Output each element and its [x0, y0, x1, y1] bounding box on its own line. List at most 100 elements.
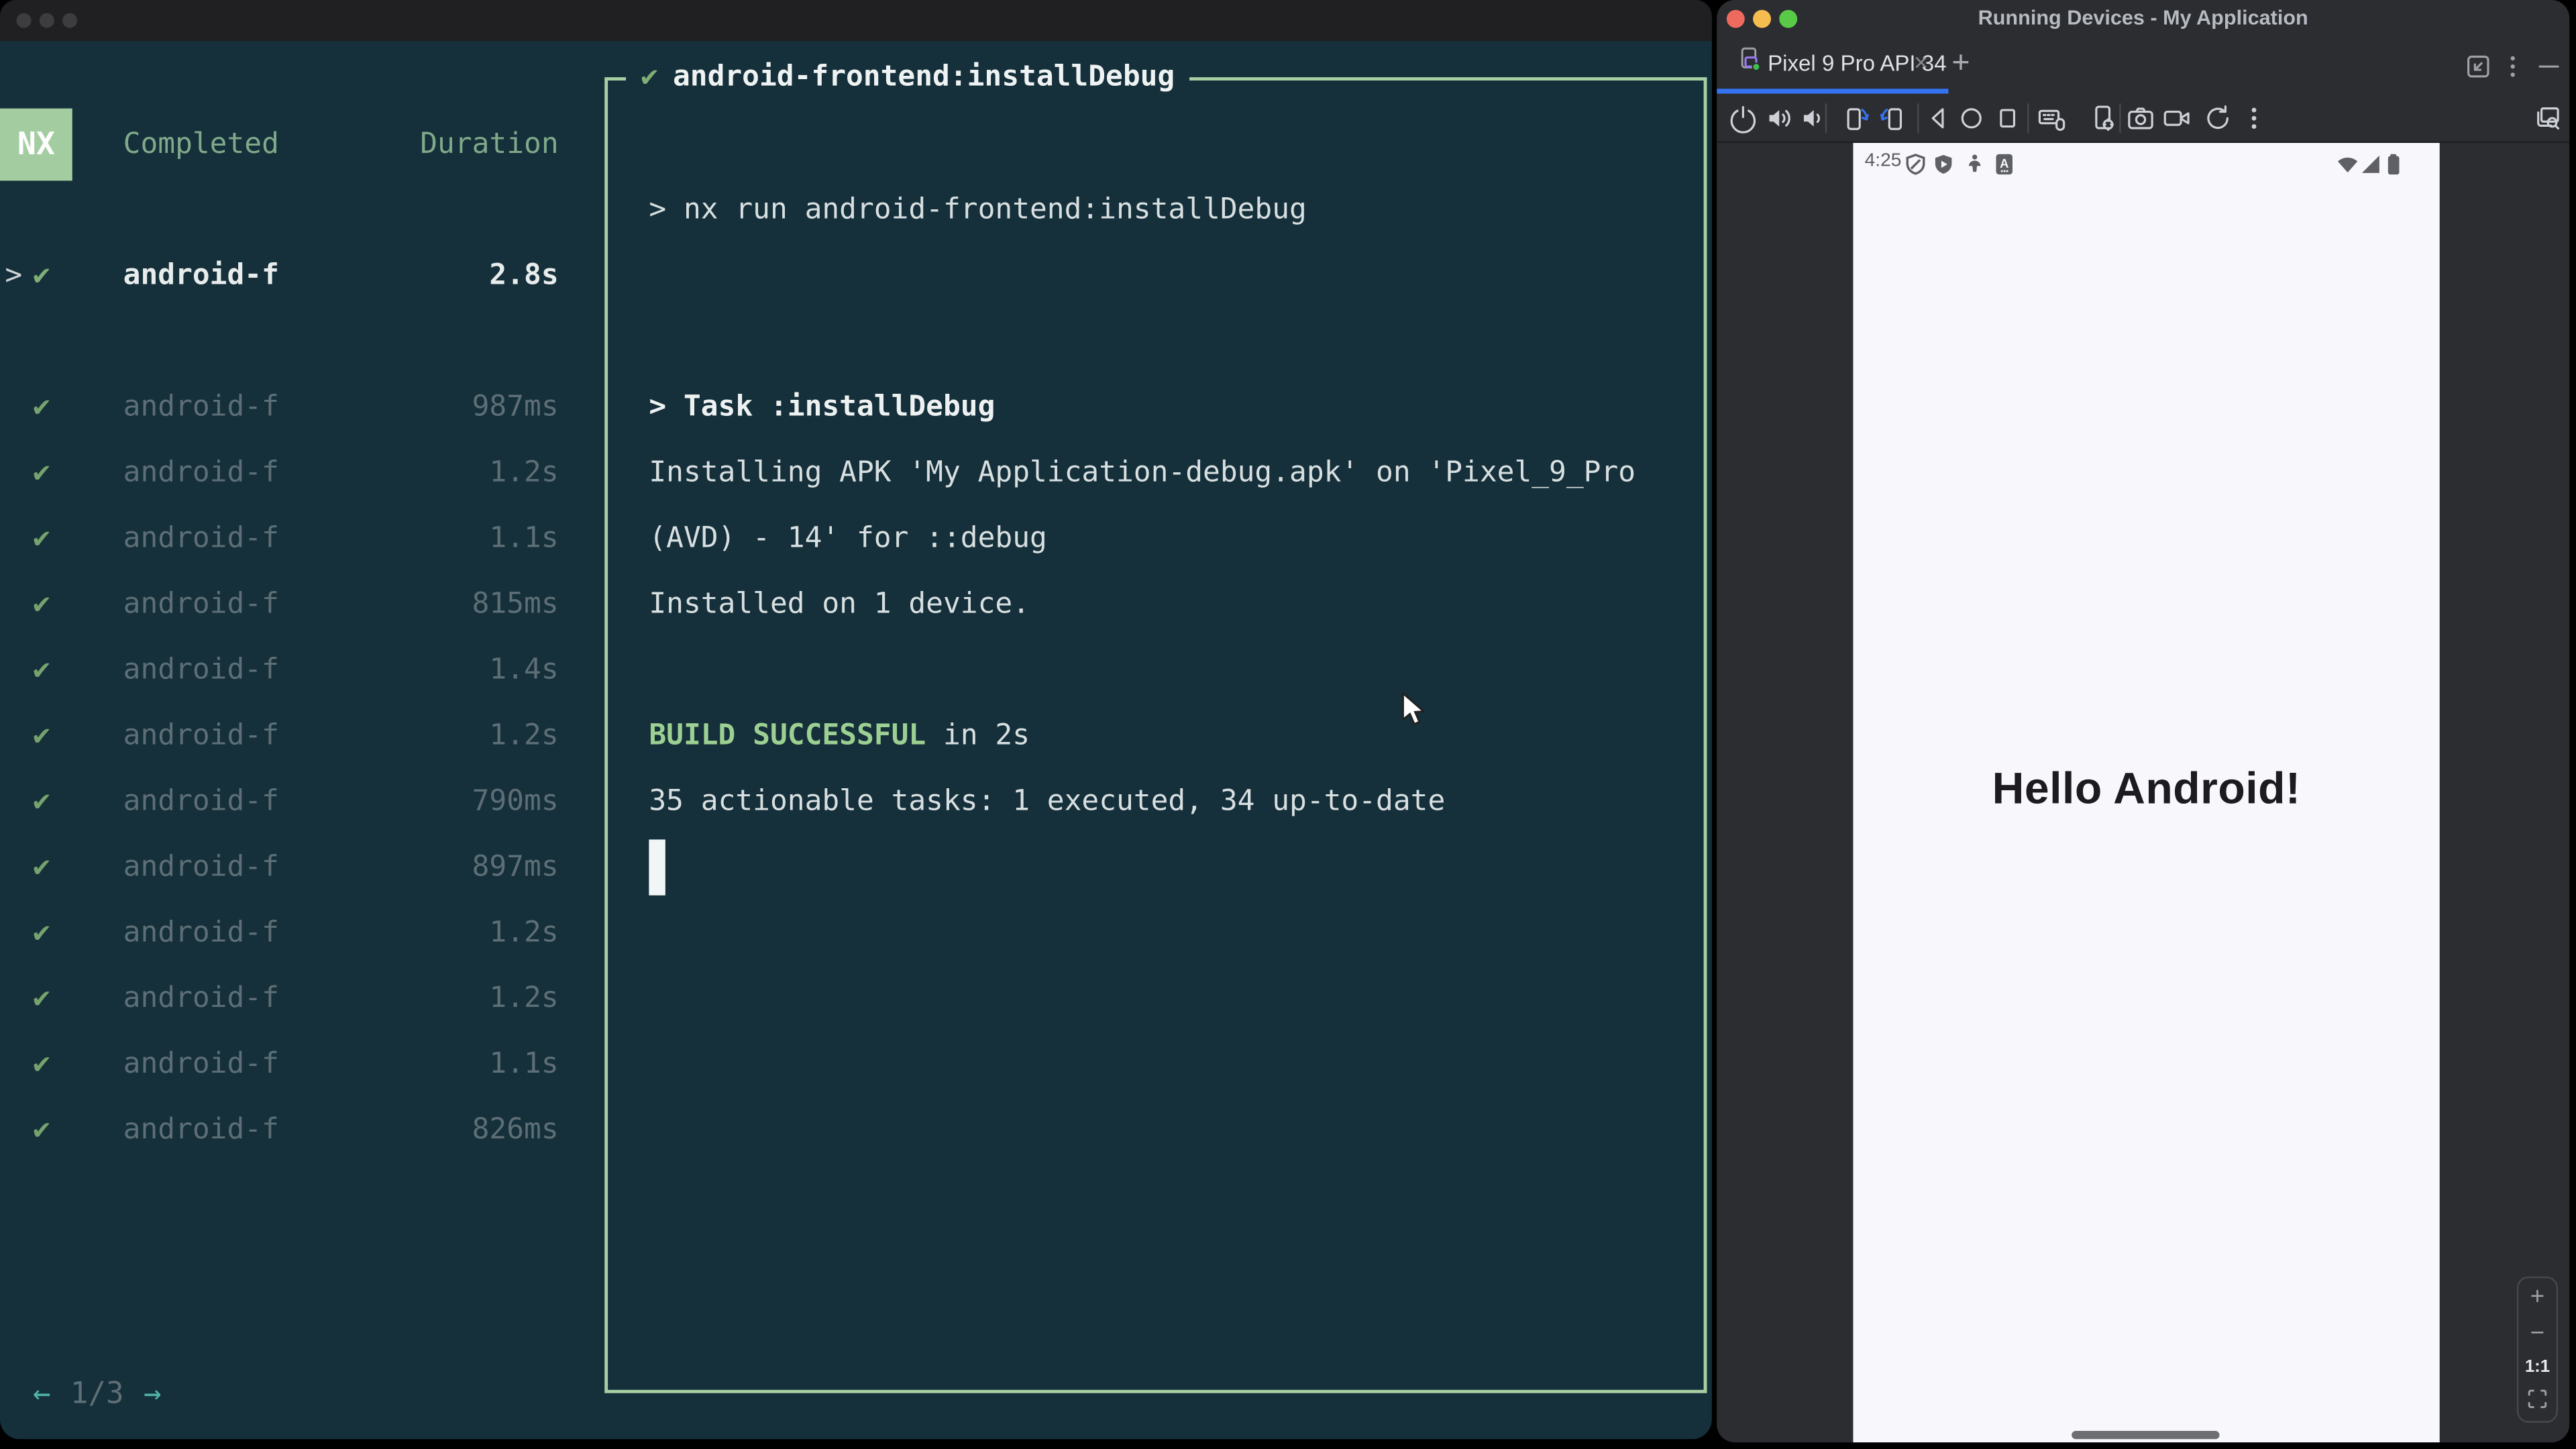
display-zoom-mode-icon[interactable] [2530, 100, 2566, 136]
task-name: android-f [123, 588, 279, 621]
check-icon: ✔ [32, 1048, 50, 1081]
active-tab-indicator [1717, 89, 1949, 94]
accessibility-icon [1964, 153, 1986, 184]
check-icon: ✔ [32, 259, 50, 292]
task-name: android-f [123, 390, 279, 424]
battery-icon [2382, 153, 2405, 184]
device-settings-icon[interactable] [2085, 100, 2121, 136]
check-icon: ✔ [641, 60, 658, 94]
page-indicator: 1/3 [70, 1376, 124, 1411]
task-duration: 987ms [472, 390, 559, 424]
task-name: android-f [123, 982, 279, 1016]
task-name: android-f [123, 719, 279, 753]
tasks-summary-line: 35 actionable tasks: 1 executed, 34 up-t… [649, 785, 1446, 818]
install-log-line: Installed on 1 device. [649, 588, 1030, 621]
terminal-titlebar[interactable] [0, 0, 1712, 42]
screenshot-camera-icon[interactable] [2123, 100, 2159, 136]
task-row[interactable]: ✔ android-f 1.1s [0, 1032, 567, 1097]
task-row[interactable]: ✔ android-f 790ms [0, 769, 567, 835]
check-icon: ✔ [32, 522, 50, 555]
toolbar-more-icon[interactable] [2236, 100, 2272, 136]
hide-panel-icon[interactable] [2532, 49, 2565, 82]
power-button-icon[interactable] [1725, 100, 1761, 136]
window-dot-icon[interactable] [39, 13, 54, 28]
task-name: android-f [123, 1048, 279, 1081]
window-dot-icon[interactable] [16, 13, 32, 28]
check-icon: ✔ [32, 1114, 50, 1147]
running-devices-window: Running Devices - My Application Pixel 9… [1717, 0, 2570, 1443]
install-log-line: Installing APK 'My Application-debug.apk… [649, 456, 1636, 490]
task-duration: 1.1s [489, 522, 559, 555]
check-icon: ✔ [32, 851, 50, 884]
svg-text:A: A [2000, 156, 2008, 170]
reset-device-icon[interactable] [2200, 100, 2236, 136]
pagination: ← 1/3 → [33, 1360, 162, 1426]
check-icon: ✔ [32, 719, 50, 753]
overview-button-icon[interactable] [1990, 100, 2026, 136]
task-row[interactable]: ✔ android-f 1.1s [0, 506, 567, 572]
device-phone-icon [1737, 46, 1763, 80]
screen-record-icon[interactable] [2159, 100, 2195, 136]
cellular-signal-icon [2359, 153, 2382, 184]
dock-panel-icon[interactable] [2461, 49, 2494, 82]
more-options-icon[interactable] [2496, 49, 2528, 82]
task-row[interactable]: ✔ android-f 815ms [0, 572, 567, 637]
emulator-screen[interactable]: 4:25 A Hello Android! [1853, 143, 2440, 1443]
zoom-out-button[interactable]: − [2530, 1322, 2544, 1346]
app-hello-text: Hello Android! [1992, 763, 2301, 814]
task-duration: 1.2s [489, 719, 559, 753]
gradle-task-line: > Task :installDebug [649, 390, 996, 424]
next-page-arrow[interactable]: → [144, 1376, 162, 1410]
task-row[interactable]: ✔ android-f 1.4s [0, 637, 567, 703]
task-duration: 1.2s [489, 982, 559, 1016]
zoom-fit-button[interactable] [2527, 1389, 2548, 1415]
check-icon: ✔ [32, 982, 50, 1016]
home-button-icon[interactable] [1953, 100, 1990, 136]
task-duration: 1.2s [489, 916, 559, 950]
home-indicator-bar[interactable] [2072, 1431, 2220, 1439]
check-icon: ✔ [32, 456, 50, 490]
task-name: android-f [123, 851, 279, 884]
terminal-cursor [649, 839, 665, 896]
prev-page-arrow[interactable]: ← [33, 1376, 51, 1410]
task-row[interactable]: ✔ android-f 987ms [0, 374, 567, 440]
hardware-input-icon[interactable] [2034, 100, 2070, 136]
build-success-label: BUILD SUCCESSFUL [649, 719, 926, 753]
studio-titlebar[interactable]: Running Devices - My Application [1717, 0, 2569, 38]
back-button-icon[interactable] [1921, 100, 1957, 136]
check-icon: ✔ [32, 653, 50, 687]
task-duration: 1.2s [489, 456, 559, 490]
rotate-left-icon[interactable] [1838, 100, 1874, 136]
window-dot-icon[interactable] [62, 13, 78, 28]
zoom-actual-size-button[interactable]: 1:1 [2525, 1358, 2550, 1376]
column-duration: Duration [420, 128, 559, 162]
check-icon: ✔ [32, 785, 50, 818]
wifi-icon [2336, 153, 2359, 184]
task-row[interactable]: ✔ android-f 1.2s [0, 900, 567, 966]
zoom-in-button[interactable]: + [2530, 1285, 2544, 1309]
task-row-selected[interactable]: > ✔ android-f 2.8s [0, 243, 567, 309]
task-row[interactable]: ✔ android-f 1.2s [0, 440, 567, 506]
task-duration: 826ms [472, 1114, 559, 1147]
check-icon: ✔ [32, 588, 50, 621]
task-duration: 2.8s [489, 259, 559, 292]
task-name: android-f [123, 916, 279, 950]
task-row[interactable]: ✔ android-f 1.2s [0, 703, 567, 769]
task-list-header: Completed Duration [0, 112, 567, 178]
install-log-line: (AVD) - 14' for ::debug [649, 522, 1047, 555]
build-result-line: BUILD SUCCESSFUL in 2s [649, 703, 1030, 769]
rotate-right-icon[interactable] [1874, 100, 1911, 136]
task-name: android-f [123, 653, 279, 687]
status-bar-time: 4:25 [1864, 151, 1902, 171]
volume-up-icon[interactable] [1761, 100, 1797, 136]
task-output-title: ✔ android-frontend:installDebug [626, 60, 1190, 94]
tab-close-icon[interactable]: × [1914, 40, 1928, 89]
zoom-controls: + − 1:1 [2516, 1276, 2559, 1423]
task-row[interactable]: ✔ android-f 1.2s [0, 966, 567, 1032]
task-duration: 1.4s [489, 653, 559, 687]
toolbar-separator [2027, 103, 2029, 133]
toolbar-separator [2119, 103, 2121, 133]
task-row[interactable]: ✔ android-f 897ms [0, 835, 567, 900]
task-row[interactable]: ✔ android-f 826ms [0, 1097, 567, 1163]
new-tab-button[interactable]: + [1951, 40, 1970, 89]
